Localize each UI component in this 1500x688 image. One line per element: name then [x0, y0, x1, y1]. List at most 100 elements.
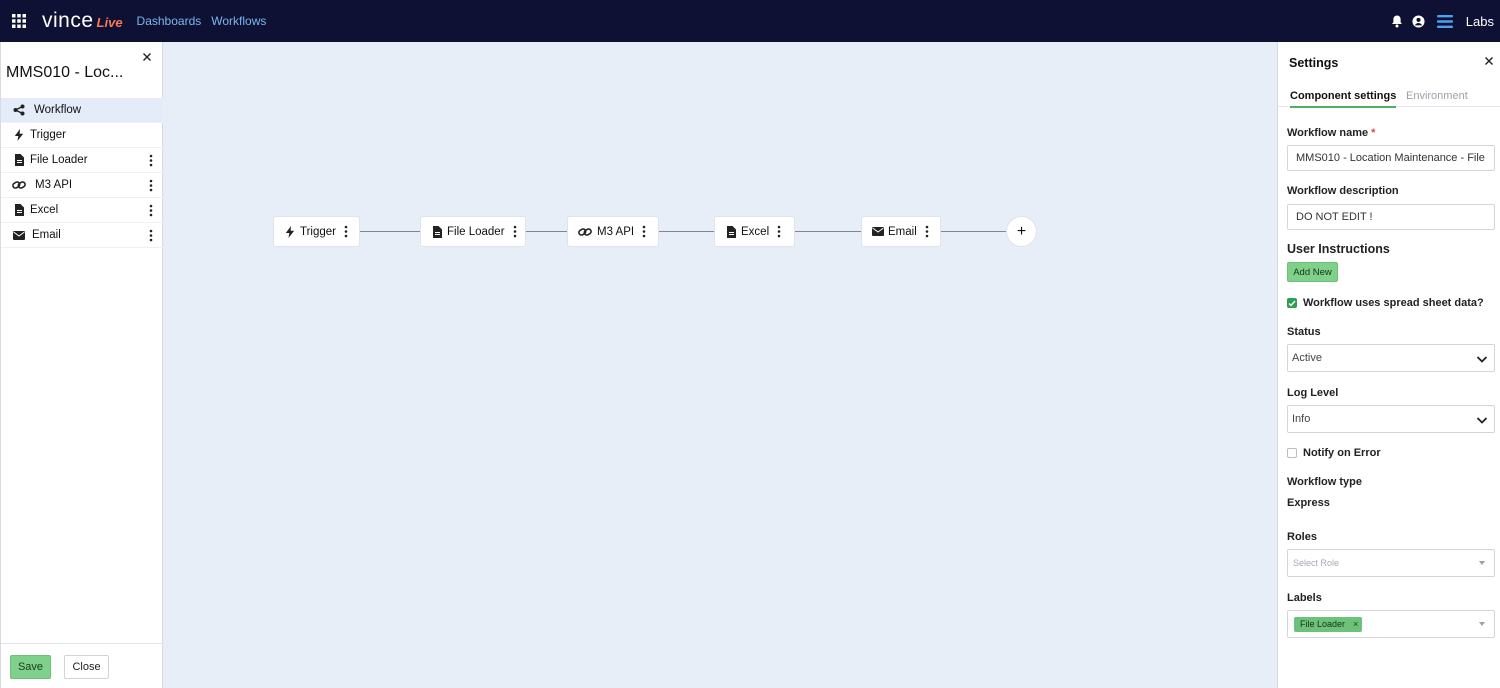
add-node-button[interactable]: +: [1006, 216, 1037, 247]
workflow-outline-panel: MMS010 - Loc... Workflow Trigger File Lo…: [0, 42, 163, 688]
component-list: Workflow Trigger File Loader M3 API Exce…: [1, 98, 163, 248]
node-label: Email: [888, 225, 917, 238]
node-email[interactable]: Email: [861, 216, 941, 247]
caret-down-icon: [1479, 561, 1485, 565]
labels-select[interactable]: File Loader ×: [1287, 610, 1495, 638]
workflow-type-label: Workflow type: [1287, 476, 1362, 488]
kebab-menu-icon[interactable]: [149, 229, 153, 242]
envelope-icon: [12, 228, 26, 242]
label-chip: File Loader ×: [1294, 616, 1363, 632]
envelope-icon: [872, 226, 884, 238]
settings-tabs: Component settings Environment: [1278, 79, 1500, 108]
node-excel[interactable]: Excel: [714, 216, 795, 247]
nav-dashboards-link[interactable]: Dashboards: [137, 14, 202, 28]
workflow-description-input[interactable]: DO NOT EDIT !: [1287, 204, 1495, 230]
sidebar-item-file-loader[interactable]: File Loader: [1, 148, 163, 173]
notify-on-error-label: Notify on Error: [1303, 447, 1381, 459]
bolt-icon: [284, 225, 296, 238]
connector-line: [526, 231, 567, 232]
spreadsheet-checkbox-row[interactable]: Workflow uses spread sheet data?: [1287, 297, 1484, 309]
panel-footer: Save Close: [1, 643, 163, 688]
log-level-select[interactable]: Info: [1287, 405, 1495, 433]
workflow-icon: [12, 103, 26, 117]
node-label: Trigger: [300, 225, 336, 238]
link-icon: [578, 226, 592, 238]
kebab-menu-icon[interactable]: [777, 225, 781, 238]
kebab-menu-icon[interactable]: [642, 225, 646, 238]
close-button[interactable]: Close: [64, 655, 109, 679]
bell-icon[interactable]: [1386, 0, 1408, 42]
workflow-name-label: Workflow name *: [1287, 127, 1375, 139]
sidebar-item-label: Email: [32, 229, 61, 241]
add-new-button[interactable]: Add New: [1287, 262, 1338, 282]
connector-line: [941, 231, 1007, 232]
kebab-menu-icon[interactable]: [925, 225, 929, 238]
node-file-loader[interactable]: File Loader: [420, 216, 526, 247]
workflow-canvas[interactable]: Trigger File Loader M3 API Excel Email +: [164, 42, 1277, 688]
status-select[interactable]: Active: [1287, 344, 1495, 372]
remove-chip-icon[interactable]: ×: [1353, 619, 1358, 629]
node-m3-api[interactable]: M3 API: [567, 216, 659, 247]
spreadsheet-checkbox-label: Workflow uses spread sheet data?: [1303, 297, 1484, 309]
tab-environment[interactable]: Environment: [1406, 90, 1468, 102]
checkbox-checked[interactable]: [1287, 298, 1297, 308]
label-chip-text: File Loader: [1300, 619, 1346, 629]
status-label: Status: [1287, 326, 1321, 338]
file-icon: [12, 153, 26, 167]
user-instructions-heading: User Instructions: [1287, 242, 1390, 256]
sidebar-item-label: Workflow: [34, 104, 82, 116]
sidebar-item-trigger[interactable]: Trigger: [1, 123, 163, 148]
kebab-menu-icon[interactable]: [513, 225, 517, 238]
kebab-menu-icon[interactable]: [149, 154, 153, 167]
status-select-value: Active: [1292, 352, 1322, 364]
sidebar-item-label: M3 API: [35, 179, 73, 191]
log-level-label: Log Level: [1287, 387, 1339, 399]
labels-label: Labels: [1287, 592, 1322, 604]
file-icon: [12, 203, 26, 217]
node-label: File Loader: [447, 225, 505, 238]
roles-select[interactable]: Select Role: [1287, 549, 1495, 577]
sidebar-item-label: Excel: [30, 204, 59, 216]
roles-placeholder: Select Role: [1293, 558, 1340, 568]
sidebar-item-email[interactable]: Email: [1, 223, 163, 248]
node-label: M3 API: [597, 225, 635, 238]
tab-component-settings[interactable]: Component settings: [1290, 90, 1397, 108]
vince-live-logo[interactable]: vince Live: [42, 9, 123, 33]
logo-live-text: Live: [96, 15, 123, 30]
kebab-menu-icon[interactable]: [149, 204, 153, 217]
user-account-icon[interactable]: [1408, 0, 1430, 42]
kebab-menu-icon[interactable]: [344, 225, 348, 238]
save-button[interactable]: Save: [10, 655, 51, 679]
workflow-name-input[interactable]: MMS010 - Location Maintenance - File: [1287, 145, 1495, 171]
sidebar-item-m3-api[interactable]: M3 API: [1, 173, 163, 198]
chevron-down-icon: [1476, 354, 1488, 364]
workflow-name-label-text: Workflow name: [1287, 127, 1369, 139]
workflow-title: MMS010 - Loc...: [6, 64, 124, 81]
sidebar-item-workflow[interactable]: Workflow: [1, 98, 163, 123]
logo-text: vince: [42, 9, 94, 32]
caret-down-icon: [1479, 622, 1485, 626]
settings-title: Settings: [1289, 56, 1339, 70]
workflow-description-label: Workflow description: [1287, 185, 1399, 197]
required-mark: *: [1371, 127, 1376, 139]
chevron-down-icon: [1476, 415, 1488, 425]
log-level-select-value: Info: [1292, 413, 1311, 425]
apps-grid-icon[interactable]: [0, 0, 38, 42]
bolt-icon: [12, 128, 26, 142]
notify-on-error-row[interactable]: Notify on Error: [1287, 447, 1381, 459]
hamburger-menu-icon[interactable]: [1430, 0, 1460, 42]
file-icon: [725, 225, 737, 238]
close-icon[interactable]: [1483, 54, 1495, 66]
sidebar-item-excel[interactable]: Excel: [1, 198, 163, 223]
close-icon[interactable]: [140, 50, 154, 64]
node-trigger[interactable]: Trigger: [273, 216, 360, 247]
workflow-type-value: Express: [1287, 497, 1330, 509]
node-label: Excel: [741, 225, 770, 238]
link-icon: [12, 178, 26, 192]
connector-line: [795, 231, 861, 232]
checkbox-unchecked[interactable]: [1287, 448, 1297, 458]
workspace-label[interactable]: Labs: [1466, 14, 1494, 29]
connector-line: [659, 231, 714, 232]
kebab-menu-icon[interactable]: [149, 179, 153, 192]
nav-workflows-link[interactable]: Workflows: [211, 14, 266, 28]
